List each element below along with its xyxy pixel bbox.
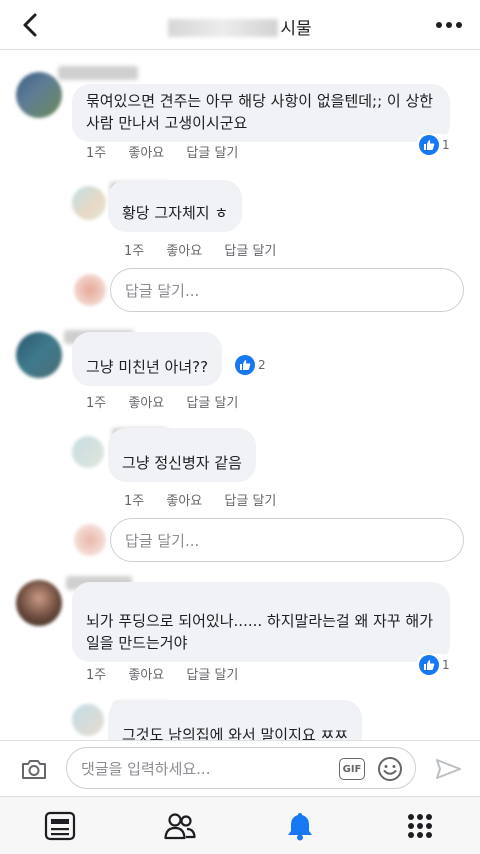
commenter-name[interactable] bbox=[58, 66, 138, 80]
thumbs-up-icon bbox=[419, 655, 439, 675]
page-title: 시물 bbox=[0, 14, 480, 39]
reply-button[interactable]: 답글 달기 bbox=[224, 494, 276, 509]
reply-input[interactable]: 답글 달기... bbox=[110, 268, 464, 312]
comment-actions: 1주 좋아요 답글 달기 bbox=[86, 392, 256, 411]
emoji-icon[interactable] bbox=[377, 756, 403, 782]
comment-bubble[interactable]: 그냥 미친년 아녀?? bbox=[72, 332, 223, 386]
reaction-number: 1 bbox=[442, 658, 450, 672]
avatar[interactable] bbox=[16, 72, 62, 118]
reply-button[interactable]: 답글 달기 bbox=[224, 244, 276, 259]
reply-time: 1주 bbox=[124, 244, 145, 259]
reply-time: 1주 bbox=[124, 494, 145, 509]
thumbs-up-icon bbox=[235, 355, 255, 375]
avatar[interactable] bbox=[16, 580, 62, 626]
reaction-count[interactable]: 1 bbox=[416, 654, 453, 676]
comment-composer: 댓글을 입력하세요... GIF bbox=[0, 740, 480, 796]
reply-button[interactable]: 답글 달기 bbox=[186, 668, 238, 683]
like-button[interactable]: 좋아요 bbox=[128, 396, 164, 411]
reply-text: 그냥 정신병자 같음 bbox=[122, 454, 242, 472]
send-icon[interactable] bbox=[434, 757, 462, 781]
comments-screen: 시물 묶여있으면 견주는 아무 해당 사항이 없을텐데;; 이 상한 사람 만나… bbox=[0, 0, 480, 854]
avatar[interactable] bbox=[72, 704, 104, 736]
like-button[interactable]: 좋아요 bbox=[128, 146, 164, 161]
reply-bubble[interactable]: 그냥 정신병자 같음 bbox=[108, 428, 256, 482]
comment-list: 묶여있으면 견주는 아무 해당 사항이 없을텐데;; 이 상한 사람 만나서 고… bbox=[0, 50, 480, 740]
reply-button[interactable]: 답글 달기 bbox=[186, 146, 238, 161]
reaction-number: 2 bbox=[258, 358, 266, 372]
like-button[interactable]: 좋아요 bbox=[128, 668, 164, 683]
reply-actions: 1주 좋아요 답글 달기 bbox=[124, 490, 294, 509]
avatar[interactable] bbox=[16, 332, 62, 378]
comment-text: 그냥 미친년 아녀?? bbox=[86, 358, 209, 376]
my-avatar bbox=[74, 524, 106, 556]
tab-news-feed[interactable] bbox=[44, 811, 76, 841]
more-horizontal-icon[interactable] bbox=[434, 18, 464, 32]
reaction-count[interactable]: 1 bbox=[416, 134, 453, 156]
reply-actions: 1주 좋아요 답글 달기 bbox=[124, 240, 294, 259]
like-button[interactable]: 좋아요 bbox=[166, 244, 202, 259]
menu-grid-icon bbox=[408, 814, 432, 838]
comment-actions: 1주 좋아요 답글 달기 bbox=[86, 142, 256, 161]
comment-time: 1주 bbox=[86, 146, 107, 161]
reply-input[interactable]: 답글 달기... bbox=[110, 518, 464, 562]
thumbs-up-icon bbox=[419, 135, 439, 155]
comment-text: 묶여있으면 견주는 아무 해당 사항이 없을텐데;; 이 상한 사람 만나서 고… bbox=[86, 92, 434, 132]
my-avatar bbox=[74, 274, 106, 306]
top-bar: 시물 bbox=[0, 0, 480, 50]
like-button[interactable]: 좋아요 bbox=[166, 494, 202, 509]
tab-friends[interactable] bbox=[164, 811, 196, 841]
comment-time: 1주 bbox=[86, 668, 107, 683]
comment-input-placeholder: 댓글을 입력하세요... bbox=[81, 759, 211, 778]
avatar[interactable] bbox=[72, 436, 104, 468]
reply-text: 황당 그자체지 ㅎ bbox=[122, 204, 229, 222]
reaction-number: 1 bbox=[442, 138, 450, 152]
camera-icon[interactable] bbox=[20, 757, 48, 781]
reply-button[interactable]: 답글 달기 bbox=[186, 396, 238, 411]
notifications-bell-icon bbox=[288, 813, 312, 841]
reaction-count[interactable]: 2 bbox=[232, 354, 269, 376]
reply-placeholder: 답글 달기... bbox=[125, 281, 200, 300]
news-feed-icon bbox=[44, 811, 76, 841]
tab-menu[interactable] bbox=[404, 811, 436, 841]
comment-text: 뇌가 푸딩으로 되어있나...... 하지말라는걸 왜 자꾸 해가 일을 만드는… bbox=[86, 612, 434, 652]
reply-placeholder: 답글 달기... bbox=[125, 531, 200, 550]
reply-text: 그것도 남의집에 와서 말이지요 ㅉㅉ bbox=[122, 726, 349, 740]
reply-bubble[interactable]: 그것도 남의집에 와서 말이지요 ㅉㅉ bbox=[108, 700, 363, 740]
blurred-title-part bbox=[168, 19, 279, 37]
gif-label: GIF bbox=[342, 763, 362, 775]
comment-actions: 1주 좋아요 답글 달기 bbox=[86, 664, 256, 683]
comment-input[interactable]: 댓글을 입력하세요... GIF bbox=[66, 747, 416, 789]
page-title-text: 시물 bbox=[280, 19, 312, 39]
comment-bubble[interactable]: 뇌가 푸딩으로 되어있나...... 하지말라는걸 왜 자꾸 해가 일을 만드는… bbox=[72, 582, 450, 662]
friends-icon bbox=[164, 813, 196, 840]
reply-bubble[interactable]: 황당 그자체지 ㅎ bbox=[108, 180, 243, 232]
bottom-navigation bbox=[0, 796, 480, 854]
comment-bubble[interactable]: 묶여있으면 견주는 아무 해당 사항이 없을텐데;; 이 상한 사람 만나서 고… bbox=[72, 84, 450, 142]
comment-time: 1주 bbox=[86, 396, 107, 411]
tab-notifications[interactable] bbox=[284, 811, 316, 841]
avatar[interactable] bbox=[72, 186, 106, 220]
gif-button[interactable]: GIF bbox=[339, 758, 365, 780]
